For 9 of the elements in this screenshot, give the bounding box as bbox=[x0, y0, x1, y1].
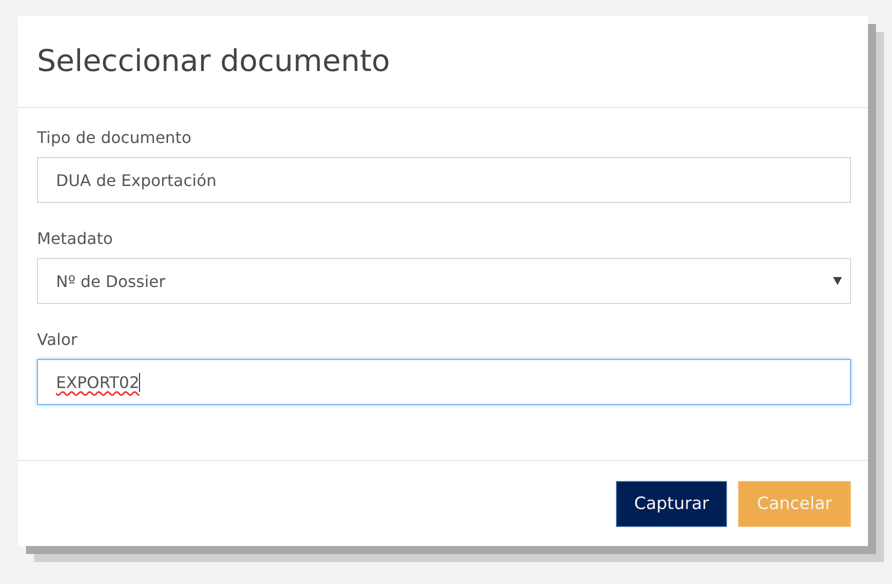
field-label: Valor bbox=[37, 330, 78, 349]
field-label: Tipo de documento bbox=[37, 128, 192, 147]
field-label: Metadato bbox=[37, 229, 114, 248]
capture-button[interactable]: Capturar bbox=[616, 480, 727, 526]
input-field[interactable]: DUA de Exportación bbox=[37, 157, 851, 203]
input-field[interactable]: EXPORT02 bbox=[37, 359, 851, 405]
caret-icon bbox=[833, 277, 842, 285]
select-field[interactable]: Nº de Dossier bbox=[37, 258, 851, 304]
dialog-title: Seleccionar documento bbox=[37, 44, 390, 79]
